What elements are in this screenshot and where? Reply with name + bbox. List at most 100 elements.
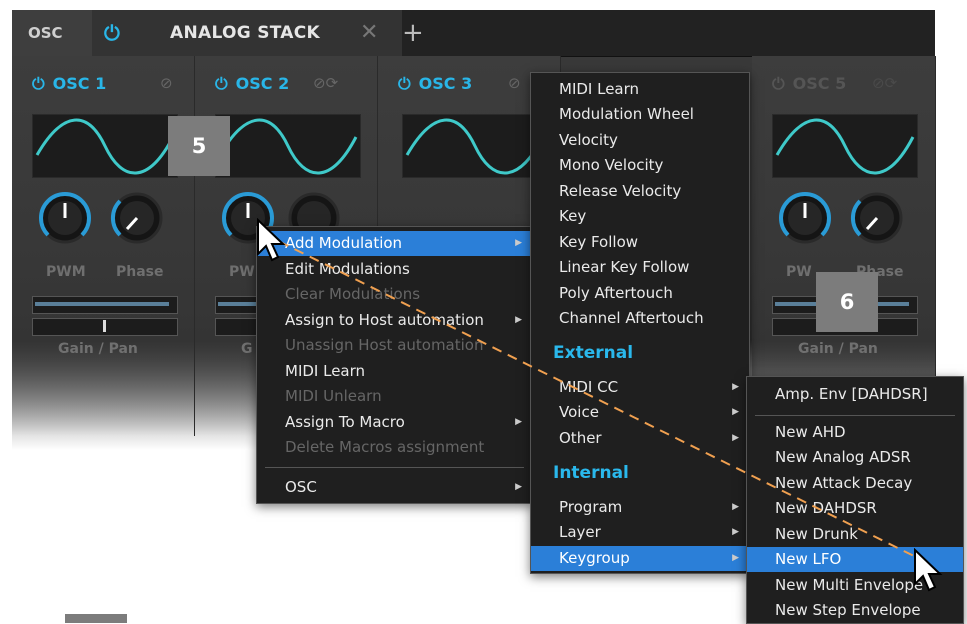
gain-slider[interactable]	[32, 296, 178, 314]
menu-label: Linear Key Follow	[559, 258, 690, 276]
waveform-display	[32, 114, 178, 178]
pan-slider[interactable]	[32, 318, 178, 336]
menu-item-poly-aftertouch[interactable]: Poly Aftertouch	[531, 281, 749, 306]
section-internal: Internal	[553, 463, 629, 483]
gain-pan-label: Gain / Pan	[58, 341, 138, 357]
menu-item-delete-macros: Delete Macros assignment	[257, 435, 532, 460]
menu-label: Program	[559, 498, 623, 516]
menu-label: Add Modulation	[285, 234, 403, 252]
menu-label: Mono Velocity	[559, 156, 664, 174]
waveform-display	[402, 114, 548, 178]
waveform-display	[772, 114, 918, 178]
phase-knob[interactable]	[110, 191, 164, 245]
sync-icon[interactable]: ⊘⟳	[872, 74, 897, 92]
menu-label: New Step Envelope	[775, 601, 921, 619]
submenu-arrow-icon: ▶	[732, 553, 739, 563]
step-badge-5: 5	[168, 116, 230, 176]
mouse-cursor-icon	[914, 548, 943, 592]
menu-label: MIDI Learn	[559, 80, 640, 98]
menu-item-new-ahd[interactable]: New AHD	[747, 420, 963, 445]
menu-label: Release Velocity	[559, 182, 682, 200]
mouse-cursor-icon	[257, 218, 286, 262]
menu-label: OSC	[285, 478, 317, 496]
menu-item-osc[interactable]: OSC ▶	[257, 475, 532, 500]
menu-item-midi-learn[interactable]: MIDI Learn	[257, 359, 532, 384]
menu-item-velocity[interactable]: Velocity	[531, 128, 749, 153]
menu-label: Assign To Macro	[285, 413, 405, 431]
tab-osc-label: OSC	[28, 24, 63, 42]
power-icon[interactable]: ⏻	[32, 74, 45, 93]
osc-header: ⏻ OSC 3	[398, 74, 472, 94]
menu-item-other[interactable]: Other ▶	[531, 426, 749, 451]
osc-header: ⏻ OSC 5	[772, 74, 846, 94]
menu-item-new-analog-adsr[interactable]: New Analog ADSR	[747, 445, 963, 470]
power-icon[interactable]: ⏻	[104, 10, 120, 56]
menu-item-new-drunk[interactable]: New Drunk	[747, 522, 963, 547]
tab-analog-stack[interactable]: ⏻ ANALOG STACK ✕	[92, 10, 402, 56]
menu-item-midi-cc[interactable]: MIDI CC ▶	[531, 375, 749, 400]
menu-label: Modulation Wheel	[559, 105, 694, 123]
menu-label: New LFO	[775, 550, 842, 568]
context-menu: Add Modulation ▶ Edit Modulations Clear M…	[256, 226, 533, 504]
osc-panel-1: ⏻ OSC 1 ⊘ PWM Phase Gain / Pan	[12, 56, 195, 436]
sync-icon[interactable]: ⊘	[508, 74, 521, 92]
osc-name: OSC 5	[792, 74, 847, 93]
menu-label: New Drunk	[775, 525, 858, 543]
menu-label: Channel Aftertouch	[559, 309, 704, 327]
menu-item-key-follow[interactable]: Key Follow	[531, 230, 749, 255]
menu-item-edit-modulations[interactable]: Edit Modulations	[257, 257, 532, 282]
menu-label: New AHD	[775, 423, 846, 441]
menu-item-unassign-host-automation: Unassign Host automation	[257, 333, 532, 358]
knob-label-pwm: PW	[229, 264, 255, 280]
power-icon[interactable]: ⏻	[772, 74, 785, 93]
power-icon[interactable]: ⏻	[215, 74, 228, 93]
osc-name: OSC 2	[235, 74, 290, 93]
menu-item-add-modulation[interactable]: Add Modulation ▶	[257, 231, 532, 256]
menu-item-new-attack-decay[interactable]: New Attack Decay	[747, 471, 963, 496]
menu-separator	[755, 415, 955, 416]
menu-separator	[265, 467, 524, 468]
section-external: External	[553, 343, 634, 363]
phase-knob[interactable]	[850, 191, 904, 245]
osc-name: OSC 3	[418, 74, 473, 93]
menu-label: Amp. Env [DAHDSR]	[775, 385, 928, 403]
gain-pan-label: Gain / Pan	[798, 341, 878, 357]
osc-header: ⏻ OSC 1	[32, 74, 106, 94]
waveform-display	[215, 114, 361, 178]
tab-osc[interactable]: OSC	[12, 10, 92, 56]
power-icon[interactable]: ⏻	[398, 74, 411, 93]
sync-icon[interactable]: ⊘	[160, 74, 173, 92]
menu-item-assign-host-automation[interactable]: Assign to Host automation ▶	[257, 308, 532, 333]
pwm-knob[interactable]	[778, 191, 832, 245]
menu-item-channel-aftertouch[interactable]: Channel Aftertouch	[531, 306, 749, 331]
menu-item-new-step-envelope[interactable]: New Step Envelope	[747, 598, 963, 623]
menu-item-new-dahdsr[interactable]: New DAHDSR	[747, 496, 963, 521]
sync-icon[interactable]: ⊘⟳	[313, 74, 338, 92]
menu-item-assign-to-macro[interactable]: Assign To Macro ▶	[257, 410, 532, 435]
menu-label: Layer	[559, 523, 601, 541]
menu-item-midi-learn[interactable]: MIDI Learn	[531, 77, 749, 102]
submenu-arrow-icon: ▶	[732, 407, 739, 417]
menu-item-modulation-wheel[interactable]: Modulation Wheel	[531, 102, 749, 127]
pwm-knob[interactable]	[38, 191, 92, 245]
menu-item-program[interactable]: Program ▶	[531, 495, 749, 520]
menu-label: Delete Macros assignment	[285, 438, 485, 456]
menu-label: Velocity	[559, 131, 618, 149]
menu-item-layer[interactable]: Layer ▶	[531, 520, 749, 545]
menu-label: New DAHDSR	[775, 499, 877, 517]
submenu-arrow-icon: ▶	[515, 315, 522, 325]
add-tab-icon[interactable]: +	[402, 10, 424, 56]
submenu-arrow-icon: ▶	[732, 382, 739, 392]
osc-name: OSC 1	[52, 74, 107, 93]
menu-item-keygroup[interactable]: Keygroup ▶	[531, 546, 749, 571]
knob-label-pwm: PWM	[46, 264, 86, 280]
close-tab-icon[interactable]: ✕	[360, 10, 378, 56]
menu-item-release-velocity[interactable]: Release Velocity	[531, 179, 749, 204]
tab-title: ANALOG STACK	[170, 23, 321, 43]
menu-item-mono-velocity[interactable]: Mono Velocity	[531, 153, 749, 178]
menu-item-linear-key-follow[interactable]: Linear Key Follow	[531, 255, 749, 280]
menu-item-key[interactable]: Key	[531, 204, 749, 229]
menu-item-voice[interactable]: Voice ▶	[531, 400, 749, 425]
menu-item-amp-env[interactable]: Amp. Env [DAHDSR]	[747, 382, 963, 407]
submenu-arrow-icon: ▶	[515, 482, 522, 492]
